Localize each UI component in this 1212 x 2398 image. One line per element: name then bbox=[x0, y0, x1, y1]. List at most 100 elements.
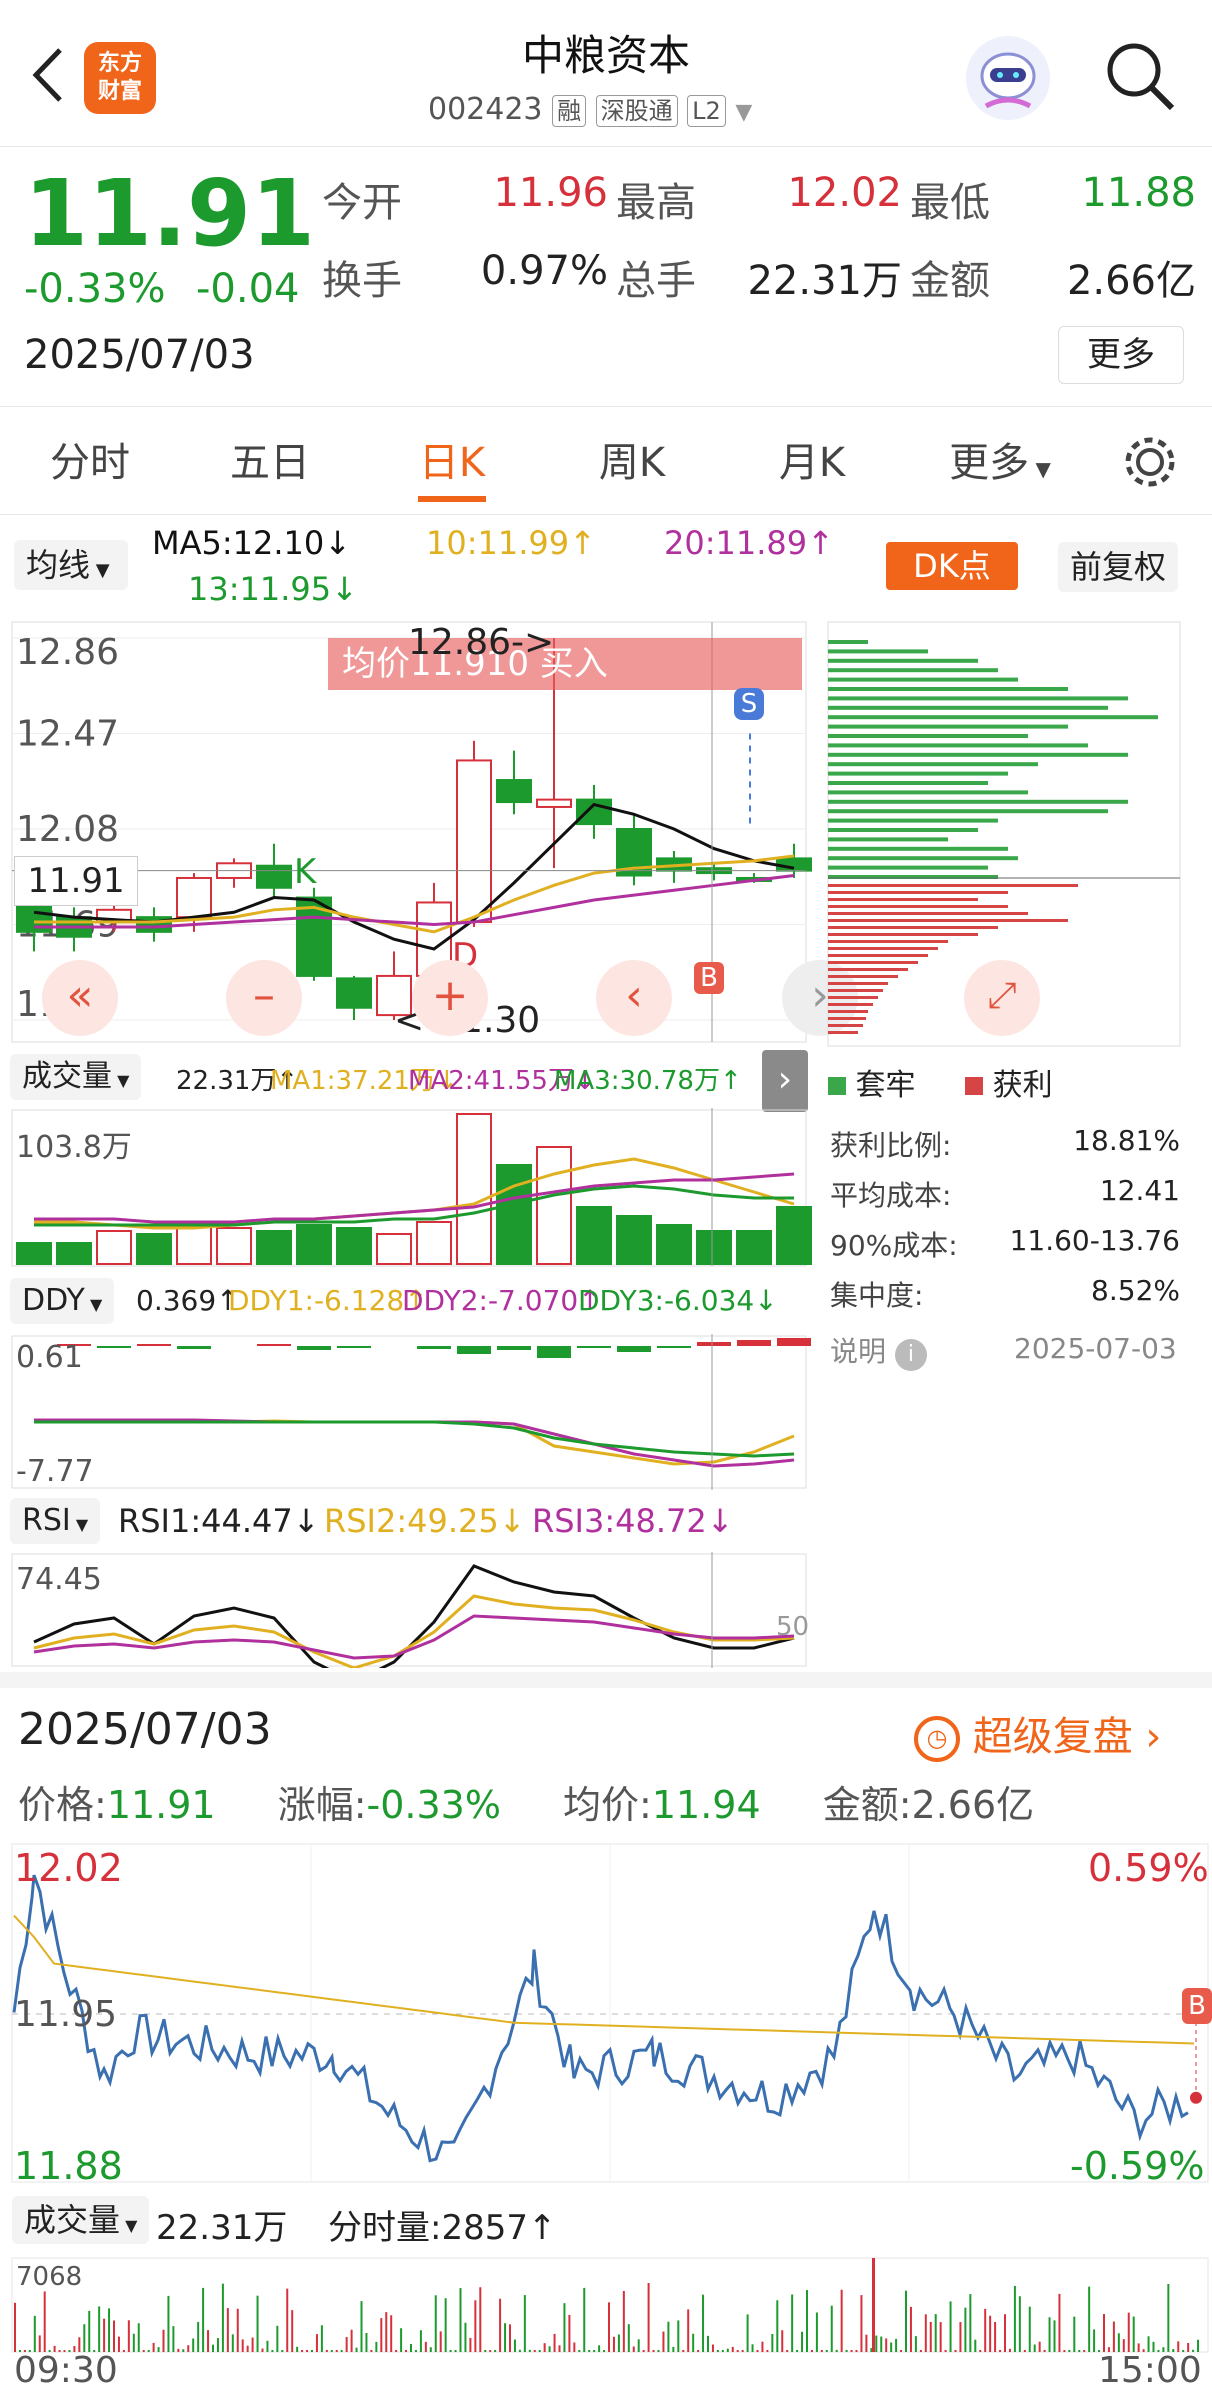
intraday-volume-bar bbox=[756, 2350, 759, 2352]
volume-bar bbox=[776, 1206, 812, 1265]
intraday-volume-bar bbox=[1112, 2321, 1115, 2352]
intraday-volume-bar bbox=[419, 2330, 422, 2352]
intraday-volume-bar bbox=[1053, 2320, 1056, 2352]
avg-value: 11.94 bbox=[651, 1783, 761, 1827]
intraday-volume-bar bbox=[914, 2336, 917, 2352]
k-marker: K bbox=[294, 852, 317, 892]
time-end: 15:00 bbox=[1098, 2350, 1202, 2391]
high-marker: 12.86-> bbox=[408, 622, 555, 663]
section-divider bbox=[0, 1672, 1212, 1688]
chip-bar-profit bbox=[828, 1017, 866, 1020]
volume-bar bbox=[336, 1227, 372, 1265]
intraday-volume-bar bbox=[1132, 2316, 1135, 2352]
chip-legend: 套牢 获利 bbox=[828, 1060, 1053, 1104]
last-price: 11.91 bbox=[24, 160, 316, 267]
intraday-volume-bar bbox=[117, 2336, 120, 2352]
tab-0[interactable]: 分时 bbox=[10, 430, 170, 488]
tab-4[interactable]: 月K bbox=[732, 430, 892, 488]
ma-selector-label: 均线 bbox=[26, 546, 91, 584]
intraday-volume-bar bbox=[1033, 2344, 1036, 2352]
chip-bar-profit bbox=[828, 1003, 873, 1006]
intraday-volume-bar bbox=[241, 2339, 244, 2352]
intraday-volume-bar bbox=[320, 2325, 323, 2352]
adjust-button[interactable]: 前复权 bbox=[1058, 542, 1179, 592]
stock-code-row[interactable]: 002423 融 深股通 L2 ▼ bbox=[428, 92, 752, 127]
intraday-volume-bar bbox=[627, 2324, 630, 2352]
intraday-volume-bar bbox=[959, 2322, 962, 2352]
intraday-volume-bar bbox=[405, 2350, 408, 2352]
candle-body bbox=[176, 876, 212, 919]
intraday-volume-bar bbox=[1083, 2350, 1086, 2352]
more-button[interactable]: 更多 bbox=[1058, 326, 1184, 384]
intraday-volume-bar bbox=[518, 2349, 521, 2352]
intraday-volume-bar bbox=[177, 2348, 180, 2352]
intraday-chart[interactable] bbox=[0, 1842, 1212, 2184]
ddy-selector-label: DDY bbox=[22, 1283, 85, 1318]
volume-selector[interactable]: 成交量 ▼ bbox=[10, 1054, 142, 1100]
buy-banner: 均价11.910 买入 bbox=[328, 638, 802, 690]
chip-bar-profit bbox=[828, 884, 1078, 887]
tab-2[interactable]: 日K bbox=[372, 430, 532, 488]
intraday-volume-bar bbox=[246, 2345, 249, 2352]
volume-bar bbox=[256, 1230, 292, 1265]
intraday-volume-bar bbox=[583, 2287, 586, 2352]
intraday-pct-low: -0.59% bbox=[1070, 2144, 1205, 2188]
intraday-volume-bar bbox=[820, 2349, 823, 2352]
dk-point-button[interactable]: DK点 bbox=[886, 542, 1018, 590]
rsi-selector[interactable]: RSI ▼ bbox=[10, 1498, 101, 1544]
tab-1[interactable]: 五日 bbox=[190, 430, 350, 488]
quote-field-label: 最高 bbox=[616, 180, 696, 226]
intraday-volume-bar bbox=[192, 2338, 195, 2352]
collapse-panel-button[interactable]: › bbox=[762, 1050, 808, 1112]
tab-3[interactable]: 周K bbox=[552, 430, 712, 488]
robot-avatar-icon[interactable] bbox=[966, 36, 1050, 120]
connect-tag: 深股通 bbox=[595, 95, 678, 127]
note-row[interactable]: 说明 i bbox=[830, 1330, 927, 1371]
intraday-volume-bar bbox=[221, 2283, 224, 2352]
chip-bar-trapped bbox=[828, 781, 988, 785]
intraday-volume-bar bbox=[900, 2350, 903, 2352]
note-label: 说明 bbox=[830, 1335, 887, 1368]
volume-ma-line bbox=[34, 1172, 795, 1224]
intraday-volume-bar bbox=[850, 2349, 853, 2352]
zoom-out-button[interactable]: – bbox=[226, 960, 302, 1036]
ddy-selector[interactable]: DDY ▼ bbox=[10, 1278, 115, 1324]
settings-gear-icon[interactable] bbox=[1120, 432, 1180, 492]
intraday-volume-bar bbox=[885, 2338, 888, 2352]
chip-bar-trapped bbox=[828, 856, 1018, 861]
clock-history-icon: ◷ bbox=[914, 1716, 960, 1762]
volume-bar bbox=[616, 1215, 652, 1265]
chevron-down-icon: ▼ bbox=[120, 2216, 138, 2235]
quote-field-value: 11.88 bbox=[1081, 170, 1196, 216]
intraday-avg-line bbox=[13, 1914, 1195, 2045]
prev-button[interactable]: ‹ bbox=[596, 960, 672, 1036]
search-icon[interactable] bbox=[1100, 36, 1180, 116]
tab-5[interactable]: 更多 ▼ bbox=[920, 430, 1080, 488]
intraday-volume-bar bbox=[568, 2314, 571, 2352]
intraday-volume-bar bbox=[1013, 2285, 1016, 2352]
intraday-volume-bar bbox=[657, 2349, 660, 2352]
intraday-volume-bar bbox=[311, 2350, 313, 2352]
dropdown-icon[interactable]: ▼ bbox=[735, 100, 752, 125]
sell-marker-label: S bbox=[740, 689, 758, 719]
ddy-bar bbox=[97, 1346, 131, 1348]
intraday-volume-bar bbox=[335, 2350, 338, 2352]
info-icon: i bbox=[894, 1339, 927, 1371]
super-replay-button[interactable]: ◷ 超级复盘 › bbox=[914, 1704, 1161, 1762]
ddy3-label: DDY3:-6.034↓ bbox=[578, 1284, 778, 1317]
intraday-volume-bar bbox=[632, 2346, 635, 2352]
intraday-volume-selector[interactable]: 成交量 ▼ bbox=[12, 2196, 150, 2244]
zoom-in-button[interactable]: + bbox=[412, 960, 488, 1036]
intraday-volume-bar bbox=[152, 2342, 155, 2352]
first-page-button[interactable]: « bbox=[42, 960, 118, 1036]
intraday-volume-bar bbox=[162, 2329, 165, 2352]
ma-selector[interactable]: 均线 ▼ bbox=[14, 540, 128, 590]
intraday-volume-bar bbox=[523, 2295, 526, 2352]
intraday-volume-bar bbox=[598, 2345, 601, 2352]
chip-stat-value: 18.81% bbox=[1073, 1124, 1180, 1157]
intraday-volume-bar bbox=[553, 2333, 556, 2352]
rsi-selector-label: RSI bbox=[22, 1503, 71, 1538]
intraday-volume-bar bbox=[385, 2312, 388, 2352]
intraday-volume-bar bbox=[949, 2301, 952, 2352]
intraday-volume-bar bbox=[880, 2336, 883, 2352]
